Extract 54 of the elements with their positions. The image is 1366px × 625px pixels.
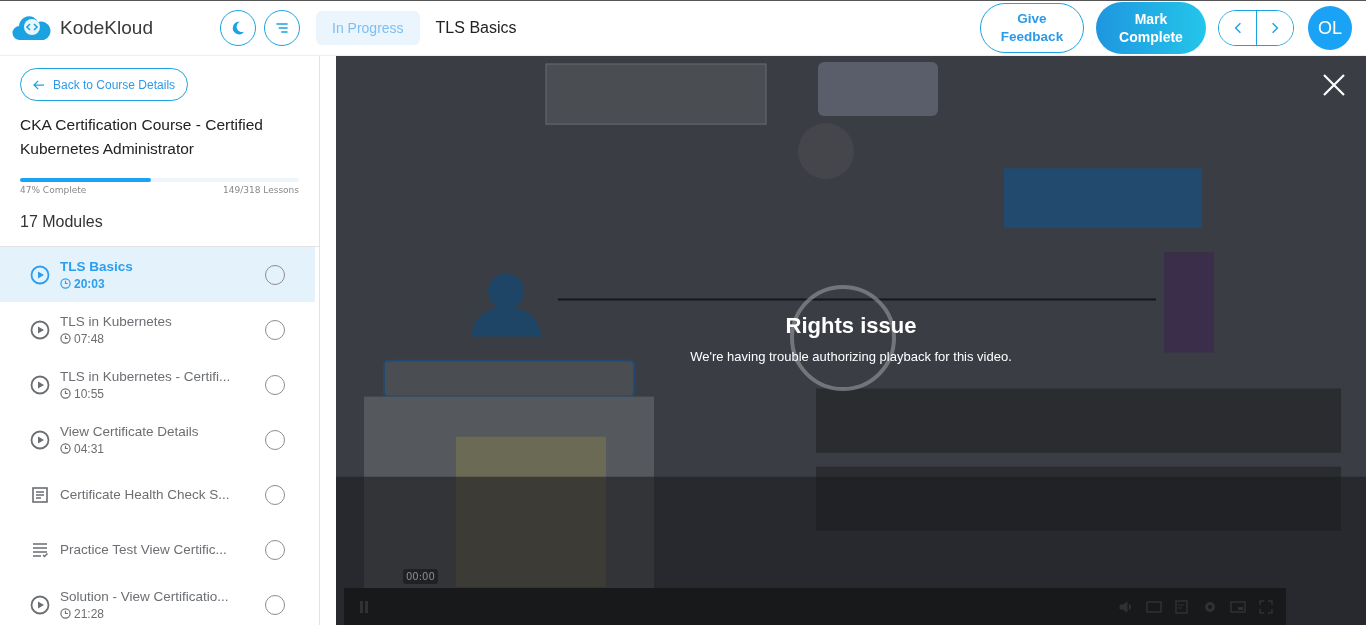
menu-button[interactable]: [264, 10, 300, 46]
modules-heading: 17 Modules: [20, 213, 104, 231]
clock-icon: [60, 333, 71, 344]
error-title: Rights issue: [785, 313, 917, 339]
play-icon: [30, 319, 50, 340]
lesson-item[interactable]: View Certificate Details 04:31: [0, 412, 315, 467]
lesson-title: TLS Basics: [435, 19, 517, 37]
cloud-logo-icon: [12, 14, 52, 42]
lesson-item[interactable]: Solution - View Certificatio... 21:28: [0, 577, 315, 625]
feedback-button[interactable]: Give Feedback: [980, 3, 1084, 53]
lesson-duration: 04:31: [74, 441, 105, 456]
clock-icon: [60, 278, 71, 289]
document-icon: [30, 484, 50, 505]
menu-icon: [274, 20, 290, 36]
volume-icon[interactable]: [1118, 599, 1134, 615]
user-avatar[interactable]: OL: [1308, 6, 1352, 50]
lesson-title: Solution - View Certificatio...: [60, 588, 230, 604]
lesson-title: TLS in Kubernetes: [60, 313, 173, 329]
next-button[interactable]: [1256, 11, 1293, 45]
course-title: CKA Certification Course - Certified Kubernetes Administrator: [20, 115, 264, 159]
chevron-right-icon: [1271, 21, 1279, 35]
close-icon[interactable]: [1322, 73, 1346, 97]
play-icon: [30, 374, 50, 395]
error-message: We're having trouble authorizing playback for this video.: [690, 349, 1012, 364]
picture-in-picture-icon[interactable]: [1230, 599, 1246, 615]
lesson-title: TLS in Kubernetes - Certifi...: [60, 368, 232, 384]
status-badge: In Progress: [316, 11, 420, 45]
play-icon: [30, 594, 50, 615]
clock-icon: [60, 443, 71, 454]
lesson-duration: 07:48: [74, 331, 105, 346]
lesson-item[interactable]: TLS in Kubernetes 07:48: [0, 302, 315, 357]
chevron-left-icon: [1233, 21, 1242, 35]
back-button[interactable]: Back to Course Details: [20, 68, 189, 101]
lesson-title: View Certificate Details: [60, 423, 200, 439]
lesson-title: TLS Basics: [60, 258, 134, 274]
play-icon: [30, 264, 50, 285]
lesson-count: 149/318 Lessons: [223, 185, 299, 195]
time-tooltip: 00:00: [403, 569, 438, 584]
arrow-left-icon: [33, 79, 45, 90]
lesson-duration: 20:03: [74, 276, 105, 291]
lesson-item[interactable]: Practice Test View Certific...: [0, 522, 315, 577]
progress-label: 47% Complete: [20, 185, 87, 195]
lesson-title: Practice Test View Certific...: [60, 542, 228, 557]
brand-name: KodeKloud: [60, 17, 153, 39]
dark-mode-button[interactable]: [220, 10, 256, 46]
lesson-duration: 21:28: [74, 606, 105, 621]
play-icon: [30, 429, 50, 450]
lesson-item[interactable]: Certificate Health Check S...: [0, 467, 315, 522]
clock-icon: [60, 608, 71, 619]
lesson-item[interactable]: TLS in Kubernetes - Certifi... 10:55: [0, 357, 315, 412]
clock-icon: [60, 388, 71, 399]
lesson-title: Certificate Health Check S...: [60, 487, 231, 502]
lesson-duration: 10:55: [74, 386, 105, 401]
settings-icon[interactable]: [1202, 599, 1218, 615]
